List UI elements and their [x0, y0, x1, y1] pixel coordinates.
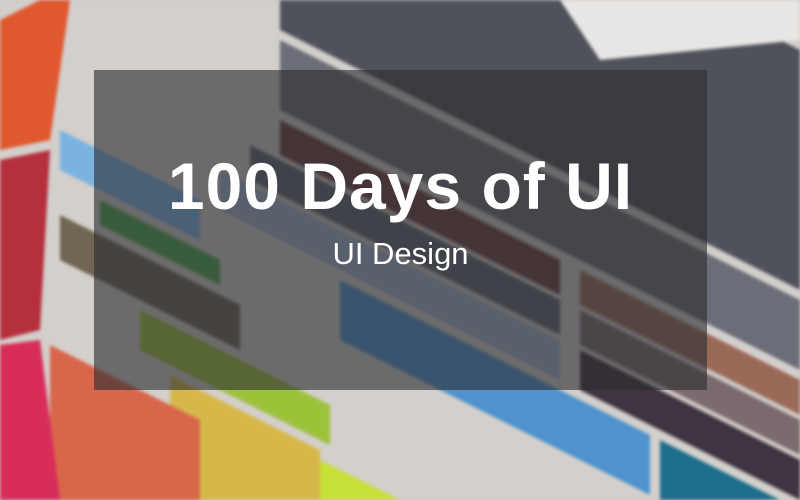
title-overlay: [94, 70, 707, 390]
banner-subtitle: UI Design: [332, 236, 469, 271]
banner-title: 100 Days of UI: [167, 149, 634, 223]
